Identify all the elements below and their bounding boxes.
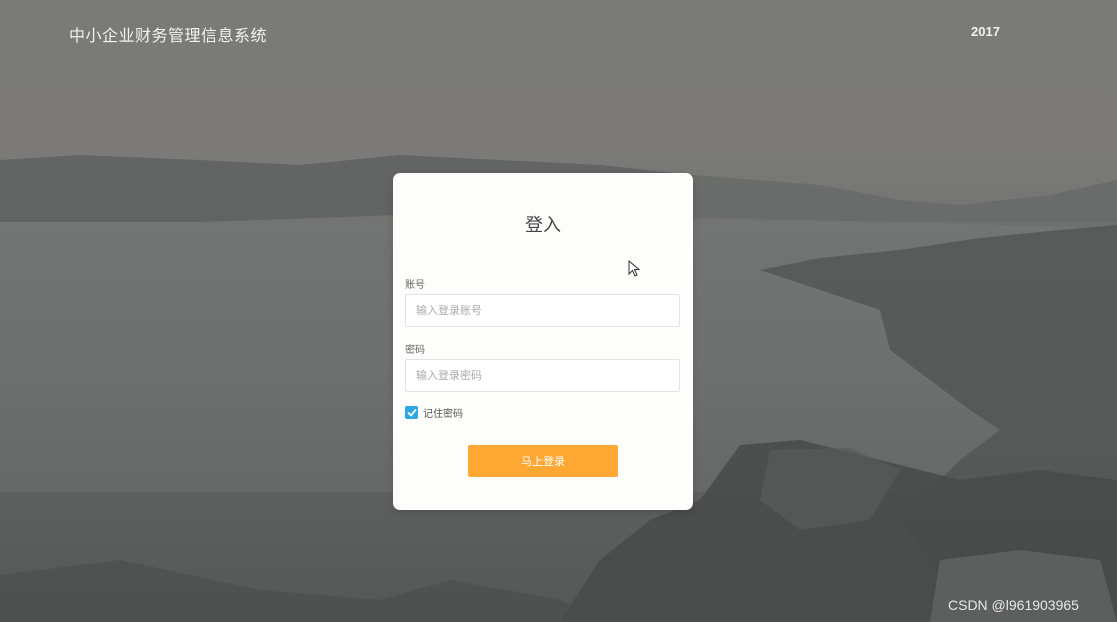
login-page: 中小企业财务管理信息系统 2017 登入 账号 密码 记住密码 马上登录 CSD… — [0, 0, 1117, 622]
password-input[interactable] — [405, 359, 680, 392]
mouse-cursor-icon — [628, 260, 641, 277]
header-year: 2017 — [971, 24, 1000, 39]
remember-checkbox[interactable] — [405, 406, 418, 419]
account-input[interactable] — [405, 294, 680, 327]
remember-password-toggle[interactable]: 记住密码 — [405, 405, 463, 420]
remember-label: 记住密码 — [423, 409, 463, 420]
account-label: 账号 — [405, 280, 425, 291]
system-title: 中小企业财务管理信息系统 — [69, 26, 268, 45]
login-card: 登入 账号 密码 记住密码 马上登录 — [393, 173, 693, 510]
check-icon — [407, 408, 416, 416]
password-label: 密码 — [405, 345, 425, 356]
watermark: CSDN @l961903965 — [948, 597, 1079, 613]
login-button[interactable]: 马上登录 — [468, 445, 618, 477]
login-title: 登入 — [525, 215, 561, 236]
